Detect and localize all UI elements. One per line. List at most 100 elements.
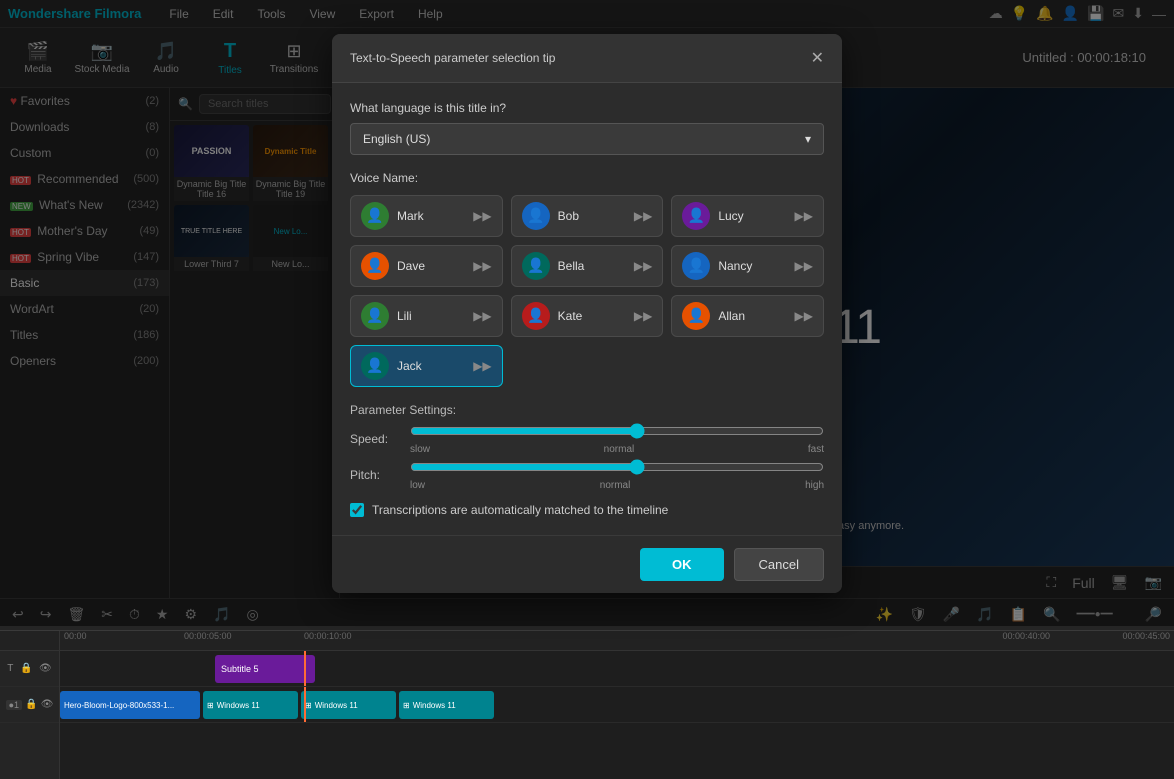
win3-clip-label: Windows 11 <box>413 701 456 710</box>
video-clip-hero[interactable]: Hero-Bloom-Logo-800x533-1... <box>60 691 200 719</box>
bella-name: Bella <box>558 259 626 273</box>
voice-allan[interactable]: 👤 Allan ▶▶ <box>671 295 824 337</box>
tts-dialog: Text-to-Speech parameter selection tip ✕… <box>332 34 842 593</box>
speed-mid-label: normal <box>604 444 635 455</box>
checkbox-label: Transcriptions are automatically matched… <box>372 503 668 517</box>
cancel-button[interactable]: Cancel <box>734 548 824 581</box>
video-clip-win1[interactable]: ⊞ Windows 11 <box>203 691 298 719</box>
ruler-label <box>0 631 59 651</box>
lucy-name: Lucy <box>718 209 786 223</box>
lili-wave-icon[interactable]: ▶▶ <box>473 309 491 323</box>
transcription-checkbox[interactable] <box>350 503 364 517</box>
video-clip-win2[interactable]: ⊞ Windows 11 <box>301 691 396 719</box>
pitch-slider[interactable] <box>410 459 824 475</box>
voice-name-label: Voice Name: <box>350 171 824 185</box>
voice-bella[interactable]: 👤 Bella ▶▶ <box>511 245 664 287</box>
param-settings-label: Parameter Settings: <box>350 403 824 417</box>
title-clip-subtitle5[interactable]: Subtitle 5 <box>215 655 315 683</box>
chevron-down-icon: ▾ <box>805 132 811 146</box>
voice-dave[interactable]: 👤 Dave ▶▶ <box>350 245 503 287</box>
voice-lili[interactable]: 👤 Lili ▶▶ <box>350 295 503 337</box>
timeline-body: T 🔒 👁 ●1 🔒 👁 00:00 00:00:05:00 00:00:10:… <box>0 631 1174 779</box>
nancy-avatar: 👤 <box>682 252 710 280</box>
bob-avatar: 👤 <box>522 202 550 230</box>
voice-lucy[interactable]: 👤 Lucy ▶▶ <box>671 195 824 237</box>
playhead <box>304 651 306 686</box>
pitch-slider-wrap: low normal high <box>410 459 824 491</box>
voice-kate[interactable]: 👤 Kate ▶▶ <box>511 295 664 337</box>
ruler-mark-0: 00:00 <box>64 631 87 641</box>
ruler-mark-45s: 00:00:45:00 <box>1122 631 1170 641</box>
allan-wave-icon[interactable]: ▶▶ <box>795 309 813 323</box>
jack-avatar: 👤 <box>361 352 389 380</box>
track-v1-eye-icon[interactable]: 👁 <box>41 699 54 710</box>
lucy-wave-icon[interactable]: ▶▶ <box>795 209 813 223</box>
kate-wave-icon[interactable]: ▶▶ <box>634 309 652 323</box>
ruler-marks-container: 00:00 00:00:05:00 00:00:10:00 00:00:40:0… <box>64 631 1170 651</box>
dialog-header: Text-to-Speech parameter selection tip ✕ <box>332 34 842 83</box>
speed-slider[interactable] <box>410 423 824 439</box>
dialog-footer: OK Cancel <box>332 535 842 593</box>
mark-name: Mark <box>397 209 465 223</box>
ruler-mark-40s: 00:00:40:00 <box>1002 631 1050 641</box>
speed-max-label: fast <box>808 444 824 455</box>
track-lock-icon[interactable]: 🔒 <box>20 663 32 674</box>
playhead-video <box>304 687 306 722</box>
voice-nancy[interactable]: 👤 Nancy ▶▶ <box>671 245 824 287</box>
pitch-label: Pitch: <box>350 468 400 482</box>
bella-avatar: 👤 <box>522 252 550 280</box>
pitch-max-label: high <box>805 480 824 491</box>
win-logo-2: ⊞ <box>305 701 312 710</box>
dialog-overlay: Text-to-Speech parameter selection tip ✕… <box>0 0 1174 626</box>
dialog-title: Text-to-Speech parameter selection tip <box>350 51 555 65</box>
video-track: Hero-Bloom-Logo-800x533-1... ⊞ Windows 1… <box>60 687 1174 723</box>
pitch-mid-label: normal <box>600 480 631 491</box>
pitch-row: Pitch: low normal high <box>350 459 824 491</box>
win-logo-3: ⊞ <box>403 701 410 710</box>
allan-avatar: 👤 <box>682 302 710 330</box>
video-clip-win3[interactable]: ⊞ Windows 11 <box>399 691 494 719</box>
win1-clip-label: Windows 11 <box>217 701 260 710</box>
pitch-min-label: low <box>410 480 425 491</box>
voice-bob[interactable]: 👤 Bob ▶▶ <box>511 195 664 237</box>
voice-mark[interactable]: 👤 Mark ▶▶ <box>350 195 503 237</box>
timeline-ruler: 00:00 00:00:05:00 00:00:10:00 00:00:40:0… <box>60 631 1174 651</box>
bob-name: Bob <box>558 209 626 223</box>
param-settings: Parameter Settings: Speed: slow normal f… <box>350 403 824 491</box>
track-labels: T 🔒 👁 ●1 🔒 👁 <box>0 631 60 779</box>
checkbox-row: Transcriptions are automatically matched… <box>350 503 824 517</box>
lucy-avatar: 👤 <box>682 202 710 230</box>
track-v1-badge: ●1 <box>6 700 22 710</box>
ruler-mark-10s: 00:00:10:00 <box>304 631 352 641</box>
bella-wave-icon[interactable]: ▶▶ <box>634 259 652 273</box>
ok-button[interactable]: OK <box>640 548 724 581</box>
track-label-v1: ●1 🔒 👁 <box>0 687 59 723</box>
mark-wave-icon[interactable]: ▶▶ <box>473 209 491 223</box>
dave-name: Dave <box>397 259 465 273</box>
ruler-mark-5s: 00:00:05:00 <box>184 631 232 641</box>
track-label-t: T 🔒 👁 <box>0 651 59 687</box>
voice-jack[interactable]: 👤 Jack ▶▶ <box>350 345 503 387</box>
voice-grid: 👤 Mark ▶▶ 👤 Bob ▶▶ 👤 Lucy ▶▶ 👤 Dave <box>350 195 824 387</box>
lili-avatar: 👤 <box>361 302 389 330</box>
dave-wave-icon[interactable]: ▶▶ <box>473 259 491 273</box>
track-eye-icon[interactable]: 👁 <box>39 663 52 674</box>
jack-name: Jack <box>397 359 465 373</box>
speed-row: Speed: slow normal fast <box>350 423 824 455</box>
dave-avatar: 👤 <box>361 252 389 280</box>
kate-name: Kate <box>558 309 626 323</box>
win-logo-1: ⊞ <box>207 701 214 710</box>
nancy-name: Nancy <box>718 259 786 273</box>
mark-avatar: 👤 <box>361 202 389 230</box>
nancy-wave-icon[interactable]: ▶▶ <box>795 259 813 273</box>
jack-wave-icon[interactable]: ▶▶ <box>473 359 491 373</box>
track-v1-lock-icon[interactable]: 🔒 <box>25 699 37 710</box>
dialog-close-button[interactable]: ✕ <box>811 48 824 68</box>
track-content-area: 00:00 00:00:05:00 00:00:10:00 00:00:40:0… <box>60 631 1174 779</box>
win2-clip-label: Windows 11 <box>315 701 358 710</box>
track-t-icon: T <box>7 663 13 674</box>
bob-wave-icon[interactable]: ▶▶ <box>634 209 652 223</box>
speed-label: Speed: <box>350 432 400 446</box>
speed-min-label: slow <box>410 444 430 455</box>
language-select[interactable]: English (US) ▾ <box>350 123 824 155</box>
